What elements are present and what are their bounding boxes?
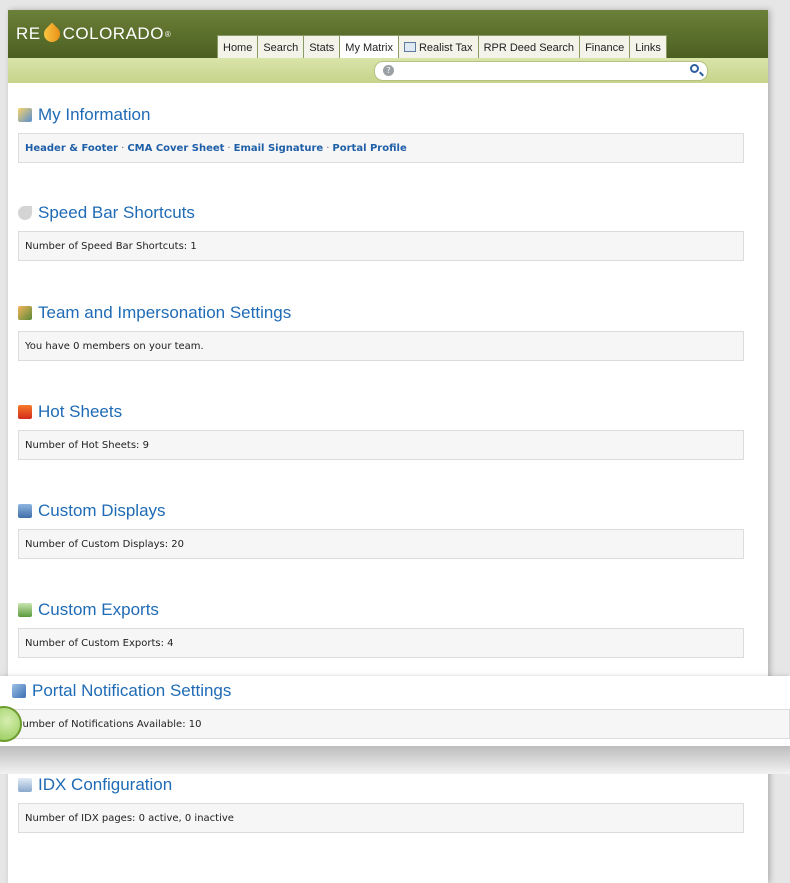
- section-text: Number of Notifications Available: 10: [0, 709, 790, 739]
- email-signature-link[interactable]: Email Signature: [234, 143, 324, 154]
- section-custom-displays: Custom Displays Number of Custom Display…: [18, 500, 744, 559]
- section-idx-configuration: IDX Configuration Number of IDX pages: 0…: [18, 774, 744, 833]
- magnifier-icon[interactable]: [690, 64, 699, 73]
- my-information-links: Header & Footer · CMA Cover Sheet · Emai…: [18, 133, 744, 163]
- export-icon: [18, 603, 32, 617]
- notification-settings-icon: [12, 684, 26, 698]
- section-text: Number of Custom Exports: 4: [18, 628, 744, 658]
- section-team-impersonation: Team and Impersonation Settings You have…: [18, 302, 744, 361]
- section-title[interactable]: Team and Impersonation Settings: [38, 303, 291, 323]
- section-custom-exports: Custom Exports Number of Custom Exports:…: [18, 599, 744, 658]
- section-title[interactable]: IDX Configuration: [38, 775, 172, 795]
- edit-info-icon: [18, 108, 32, 122]
- tab-finance[interactable]: Finance: [579, 35, 631, 59]
- shadow-divider: [0, 746, 790, 774]
- tab-links[interactable]: Links: [629, 35, 667, 59]
- portal-profile-link[interactable]: Portal Profile: [332, 143, 406, 154]
- section-text: Number of Hot Sheets: 9: [18, 430, 744, 460]
- screenshot-frame: RE COLORADO ® Home Search Stats My Matri…: [0, 0, 790, 883]
- tab-rpr-deed-search[interactable]: RPR Deed Search: [477, 35, 581, 59]
- section-title[interactable]: Custom Exports: [38, 600, 159, 620]
- tab-search[interactable]: Search: [257, 35, 305, 59]
- top-header: RE COLORADO ® Home Search Stats My Matri…: [8, 10, 768, 60]
- section-my-information: My Information Header & Footer · CMA Cov…: [18, 104, 744, 163]
- section-text: You have 0 members on your team.: [18, 331, 744, 361]
- tab-realist-tax[interactable]: Realist Tax: [397, 35, 479, 59]
- flame-icon: [18, 405, 32, 419]
- section-title[interactable]: Portal Notification Settings: [32, 681, 231, 701]
- display-grid-icon: [18, 504, 32, 518]
- recolorado-logo[interactable]: RE COLORADO ®: [16, 22, 172, 46]
- speed-bar-icon: [18, 206, 32, 220]
- separator: ·: [227, 142, 231, 154]
- separator: ·: [326, 142, 330, 154]
- logo-text-right: COLORADO: [62, 24, 164, 43]
- section-text: Number of IDX pages: 0 active, 0 inactiv…: [18, 803, 744, 833]
- tab-stats[interactable]: Stats: [303, 35, 341, 59]
- team-users-icon: [18, 306, 32, 320]
- section-speed-bar-shortcuts: Speed Bar Shortcuts Number of Speed Bar …: [18, 202, 744, 261]
- tab-my-matrix[interactable]: My Matrix: [339, 35, 399, 60]
- logo-text-left: RE: [16, 24, 41, 43]
- section-text: Number of Speed Bar Shortcuts: 1: [18, 231, 744, 261]
- separator: ·: [121, 142, 125, 154]
- main-nav-tabs: Home Search Stats My Matrix Realist Tax …: [217, 35, 667, 60]
- speed-bar: ?: [8, 58, 768, 83]
- section-title[interactable]: Custom Displays: [38, 501, 166, 521]
- window-icon: [403, 42, 416, 52]
- tab-home[interactable]: Home: [217, 35, 259, 59]
- idx-page-icon: [18, 778, 32, 792]
- help-icon[interactable]: ?: [383, 65, 394, 76]
- speed-bar-search-input[interactable]: ?: [374, 61, 708, 81]
- leaf-icon: [40, 22, 63, 46]
- section-title[interactable]: Speed Bar Shortcuts: [38, 203, 195, 223]
- section-portal-notification-settings: Portal Notification Settings Number of N…: [0, 676, 790, 746]
- cma-cover-sheet-link[interactable]: CMA Cover Sheet: [127, 143, 224, 154]
- header-footer-link[interactable]: Header & Footer: [25, 143, 118, 154]
- section-hot-sheets: Hot Sheets Number of Hot Sheets: 9: [18, 401, 744, 460]
- section-title[interactable]: Hot Sheets: [38, 402, 122, 422]
- section-text: Number of Custom Displays: 20: [18, 529, 744, 559]
- registered-mark: ®: [164, 29, 172, 39]
- section-title[interactable]: My Information: [38, 105, 150, 125]
